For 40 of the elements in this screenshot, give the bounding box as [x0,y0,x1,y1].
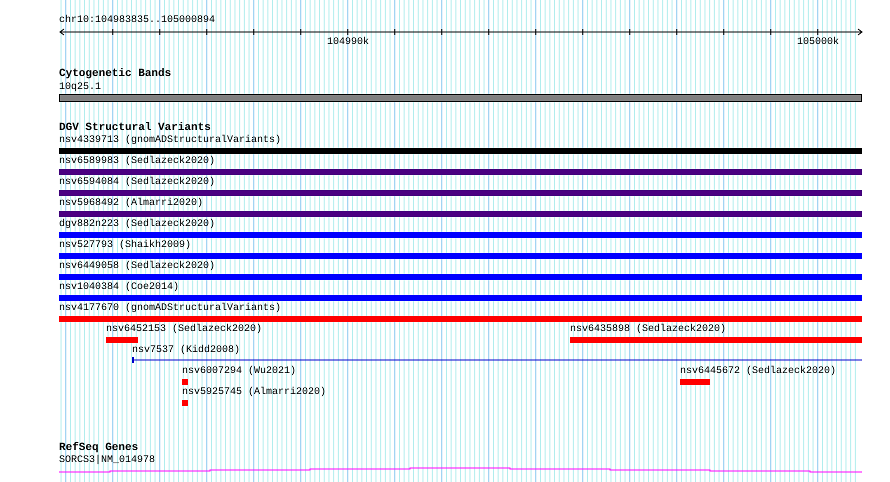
variant-bar[interactable] [59,211,862,217]
variant-label: nsv6449058 (Sedlazeck2020) [59,261,216,273]
variant-bar[interactable] [59,148,862,154]
variant-bar[interactable] [570,337,862,343]
band-label: 10q25.1 [59,81,102,94]
gene-model-line[interactable] [58,468,862,472]
variant-bar[interactable] [59,232,862,238]
variant-label: nsv5968492 (Almarri2020) [59,198,204,210]
variant-label: nsv7537 (Kidd2008) [132,345,240,357]
variant-label: nsv6594084 (Sedlazeck2020) [59,177,216,189]
cytoband-bar[interactable] [59,94,862,102]
track-title: DGV Structural Variants [59,122,211,134]
variant-bar[interactable] [106,337,138,343]
variant-bar[interactable] [182,400,188,406]
variant-label: nsv6435898 (Sedlazeck2020) [570,324,726,336]
track-title: Cytogenetic Bands [59,68,172,81]
variant-label: nsv1040384 (Coe2014) [59,282,180,294]
variant-label: nsv6452153 (Sedlazeck2020) [106,324,262,336]
variant-bar[interactable] [680,379,710,385]
variant-label: nsv6007294 (Wu2021) [182,366,296,378]
variant-bar[interactable] [59,190,862,196]
location-label: chr10:104983835..105000894 [59,15,216,27]
variant-bar[interactable] [182,379,188,385]
variant-label: dgv882n223 (Sedlazeck2020) [59,219,216,231]
variant-label: nsv6445672 (Sedlazeck2020) [680,366,836,378]
variant-label: nsv5925745 (Almarri2020) [182,387,326,399]
variant-bar[interactable] [59,316,862,322]
tick-label: 105000k [797,37,839,49]
track-title: RefSeq Genes [59,442,138,454]
variant-label: nsv4177670 (gnomADStructuralVariants) [59,303,282,315]
variant-bar[interactable] [59,274,862,280]
variant-bar[interactable] [59,295,862,301]
variant-bar[interactable] [59,253,862,259]
variant-bar[interactable] [59,169,862,175]
variant-label: nsv6589983 (Sedlazeck2020) [59,156,216,168]
variant-label: nsv527793 (Shaikh2009) [59,240,192,252]
variant-line[interactable] [132,357,862,363]
tick-label: 104990k [327,37,369,49]
variant-label: nsv4339713 (gnomADStructuralVariants) [59,135,282,147]
gene-label: SORCS3|NM_014978 [59,455,156,467]
